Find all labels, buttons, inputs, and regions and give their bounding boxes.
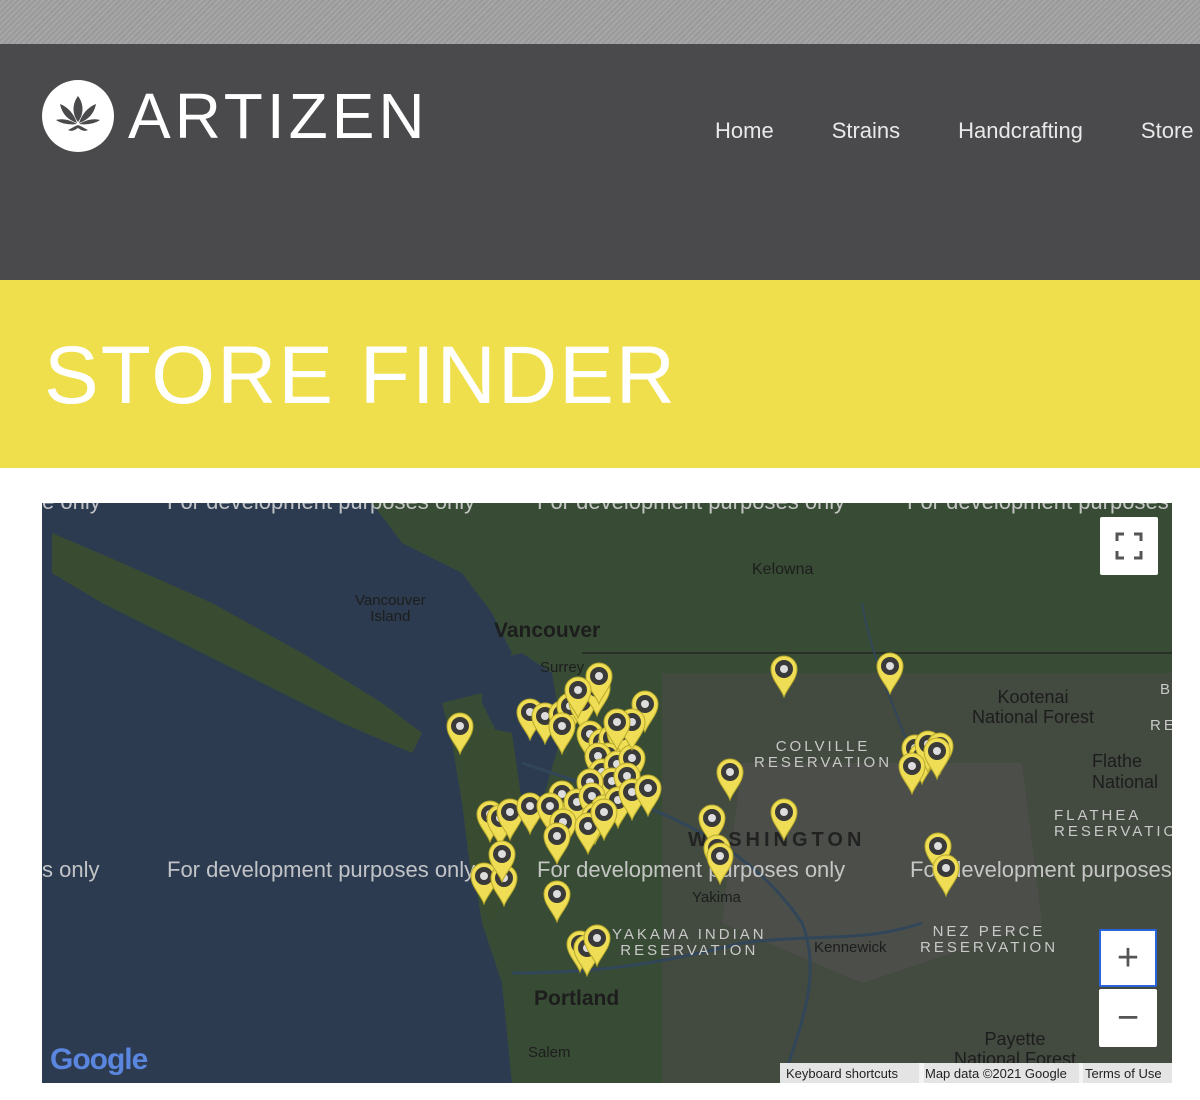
store-pin-icon[interactable]: [715, 757, 745, 802]
store-pin-icon[interactable]: [922, 736, 952, 781]
nav-home[interactable]: Home: [715, 118, 774, 144]
main-nav: Home Strains Handcrafting Store F: [715, 118, 1200, 144]
yakima-label: Yakima: [692, 889, 741, 906]
google-logo: Google: [50, 1043, 148, 1077]
watermark: s only: [42, 857, 100, 882]
map-label-fragment: B: [1160, 681, 1171, 698]
keyboard-shortcuts-link[interactable]: Keyboard shortcuts: [780, 1063, 924, 1083]
flathead-reservation-label: FLATHEA RESERVATIO: [1054, 807, 1172, 840]
nez-perce-reservation-label: NEZ PERCE RESERVATION: [920, 923, 1059, 956]
store-pin-icon[interactable]: [542, 821, 572, 866]
portland-label: Portland: [534, 987, 620, 1010]
page-title: STORE FINDER: [44, 330, 677, 421]
surrey-label: Surrey: [540, 659, 585, 676]
store-pin-icon[interactable]: [487, 839, 517, 884]
store-pin-icon[interactable]: [931, 853, 961, 898]
map-data-attribution: Map data ©2021 Google: [919, 1063, 1083, 1083]
nav-store-finder[interactable]: Store F: [1141, 118, 1200, 144]
store-pin-icon[interactable]: [589, 797, 619, 842]
title-banner: STORE FINDER: [0, 280, 1200, 468]
kootenai-label: Kootenai National Forest: [972, 687, 1095, 727]
nav-strains[interactable]: Strains: [832, 118, 900, 144]
kelowna-label: Kelowna: [752, 561, 814, 578]
minus-icon: −: [1116, 997, 1140, 1039]
store-pin-icon[interactable]: [547, 711, 577, 756]
site-header: ARTIZEN Home Strains Handcrafting Store …: [0, 44, 1200, 280]
store-pin-icon[interactable]: [633, 773, 663, 818]
colville-reservation-label: COLVILLE RESERVATION: [754, 738, 893, 771]
store-pin-icon[interactable]: [705, 841, 735, 886]
plus-icon: +: [1116, 937, 1140, 979]
vancouver-island-label: Vancouver Island: [355, 592, 426, 625]
store-pin-icon[interactable]: [582, 923, 612, 968]
fullscreen-button[interactable]: [1100, 517, 1158, 575]
logo[interactable]: ARTIZEN: [42, 80, 429, 152]
top-strip: [0, 0, 1200, 44]
brand-name: ARTIZEN: [128, 80, 429, 152]
store-pin-icon[interactable]: [542, 879, 572, 924]
zoom-out-button[interactable]: −: [1099, 989, 1157, 1047]
store-pin-icon[interactable]: [875, 651, 905, 696]
terms-of-use-link[interactable]: Terms of Use: [1079, 1063, 1172, 1083]
map-label-fragment: RE: [1150, 717, 1172, 734]
watermark: For development purposes: [907, 503, 1169, 515]
kennewick-label: Kennewick: [814, 939, 887, 956]
watermark: For development purposes only: [167, 503, 475, 515]
nav-handcrafting[interactable]: Handcrafting: [958, 118, 1083, 144]
google-logo-text: Google: [50, 1043, 148, 1076]
store-pin-icon[interactable]: [445, 711, 475, 756]
fullscreen-icon: [1115, 532, 1143, 560]
salem-label: Salem: [528, 1044, 571, 1061]
store-pin-icon[interactable]: [602, 707, 632, 752]
watermark: For development purposes only: [167, 857, 476, 882]
lotus-icon: [42, 80, 114, 152]
watermark: For development purposes only: [537, 857, 846, 882]
yakama-reservation-label: YAKAMA INDIAN RESERVATION: [612, 926, 767, 959]
store-map[interactable]: e only For development purposes only For…: [42, 503, 1172, 1083]
flathead-label: Flathe National: [1092, 751, 1159, 792]
watermark: e only: [42, 503, 101, 515]
watermark: For development purposes only: [537, 503, 845, 515]
store-pin-icon[interactable]: [769, 654, 799, 699]
vancouver-label: Vancouver: [494, 619, 601, 642]
zoom-in-button[interactable]: +: [1099, 929, 1157, 987]
store-pin-icon[interactable]: [769, 797, 799, 842]
